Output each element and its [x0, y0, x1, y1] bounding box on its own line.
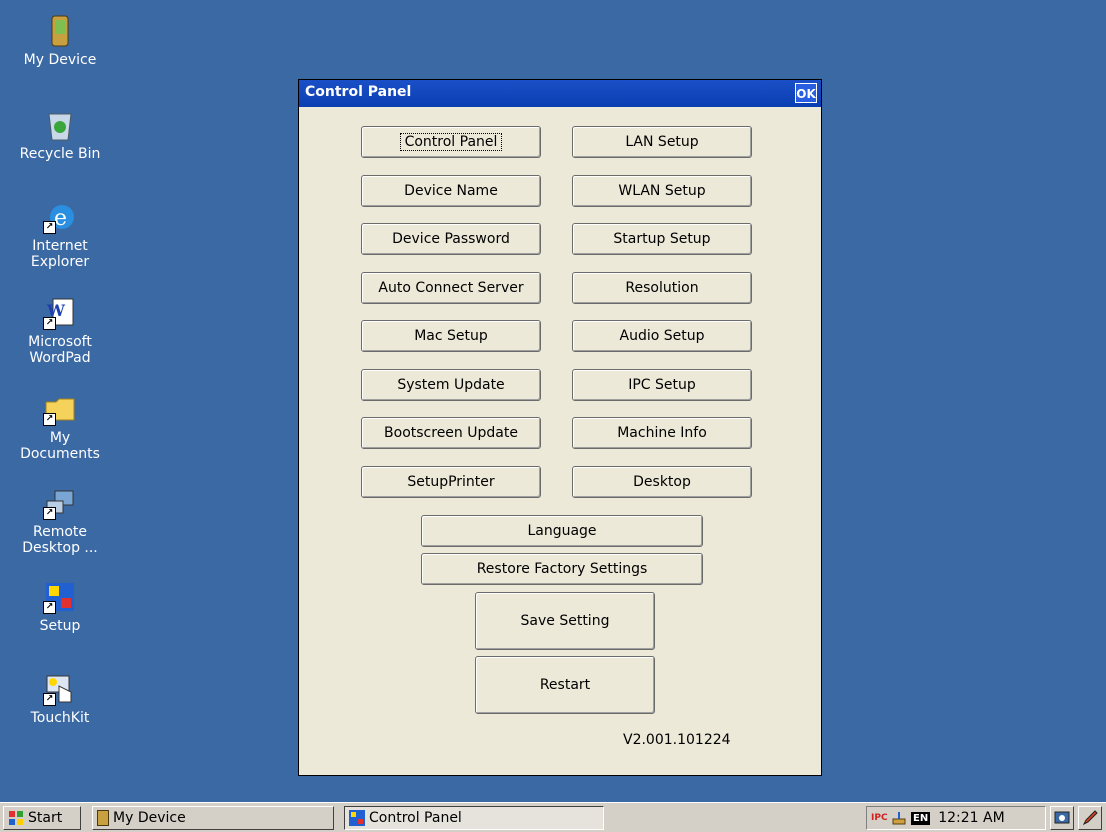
folder-icon: ↗: [43, 392, 77, 426]
setting-button-label: Bootscreen Update: [384, 425, 518, 441]
setting-button-label: Resolution: [625, 279, 699, 296]
start-button[interactable]: Start: [3, 806, 81, 830]
desktop-icon-label: TouchKit: [30, 710, 90, 726]
taskbar-item-label: My Device: [113, 810, 186, 826]
ipc-icon[interactable]: IPC: [871, 810, 888, 826]
start-label: Start: [28, 810, 63, 826]
desktop-icon-label: Recycle Bin: [19, 146, 101, 162]
setting-button-device-name[interactable]: Device Name: [361, 174, 541, 207]
setting-button-label: Audio Setup: [619, 328, 705, 344]
shortcut-arrow-icon: ↗: [43, 413, 56, 426]
setting-button-label: Machine Info: [617, 425, 707, 441]
setting-button-desktop[interactable]: Desktop: [572, 465, 752, 498]
stylus-button[interactable]: [1078, 806, 1102, 830]
control-panel-icon: [349, 810, 365, 826]
desktop-icon-touchkit[interactable]: ↗ TouchKit: [15, 672, 105, 726]
network-icon[interactable]: [891, 810, 907, 826]
desktop-icon-label: My Device: [23, 52, 97, 68]
setting-button-label: Control Panel: [399, 133, 503, 151]
desktop-icon-wordpad[interactable]: W ↗ Microsoft WordPad: [15, 296, 105, 366]
desktop-icon-label: Microsoft WordPad: [28, 334, 92, 366]
device-icon: [43, 14, 77, 48]
restart-button[interactable]: Restart: [475, 656, 655, 714]
setting-button-label: Desktop: [633, 473, 691, 490]
desktop-icon-setup[interactable]: ↗ Setup: [15, 580, 105, 634]
setting-button-audio-setup[interactable]: Audio Setup: [572, 320, 752, 352]
taskbar: Start My Device Control Panel IPC EN 12:…: [0, 802, 1106, 832]
desktop-icon-label: Remote Desktop ...: [22, 524, 98, 556]
taskbar-item-control-panel[interactable]: Control Panel: [344, 806, 604, 830]
desktop-icon-my-documents[interactable]: ↗ My Documents: [15, 392, 105, 462]
desktop-icon-remote-desktop[interactable]: ↗ Remote Desktop ...: [15, 486, 105, 556]
setting-button-resolution[interactable]: Resolution: [572, 271, 752, 304]
system-tray: IPC EN 12:21 AM: [866, 806, 1046, 830]
input-language-indicator[interactable]: EN: [911, 811, 931, 825]
version-label: V2.001.101224: [623, 732, 731, 748]
setting-button-wlan-setup[interactable]: WLAN Setup: [572, 174, 752, 207]
clock[interactable]: 12:21 AM: [938, 810, 1004, 826]
internet-explorer-icon: e ↗: [43, 200, 77, 234]
desktop-icon-label: My Documents: [20, 430, 100, 462]
wordpad-icon: W ↗: [43, 296, 77, 330]
desktop-icon-internet-explorer[interactable]: e ↗ Internet Explorer: [15, 200, 105, 270]
title-bar: Control Panel OK: [299, 80, 821, 107]
setting-button-device-password[interactable]: Device Password: [361, 223, 541, 255]
setting-button-bootscreen-update[interactable]: Bootscreen Update: [361, 417, 541, 449]
shortcut-arrow-icon: ↗: [43, 317, 56, 330]
desktop-icon: [1054, 810, 1070, 826]
desktop-icon-recycle-bin[interactable]: Recycle Bin: [15, 108, 105, 162]
setting-button-startup-setup[interactable]: Startup Setup: [572, 223, 752, 255]
language-button[interactable]: Language: [421, 515, 703, 547]
setting-button-label: WLAN Setup: [618, 182, 706, 199]
save-button-label: Save Setting: [520, 613, 610, 629]
desktop-icon-label: Setup: [39, 618, 81, 634]
restore-factory-settings-button[interactable]: Restore Factory Settings: [421, 553, 703, 585]
setting-button-setupprinter[interactable]: SetupPrinter: [361, 465, 541, 498]
setting-button-label: Startup Setup: [613, 231, 711, 247]
device-icon: [97, 810, 109, 826]
setting-button-control-panel[interactable]: Control Panel: [361, 126, 541, 158]
setting-button-system-update[interactable]: System Update: [361, 368, 541, 401]
setting-button-label: SetupPrinter: [407, 473, 495, 490]
pen-icon: [1082, 810, 1098, 826]
remote-desktop-icon: ↗: [43, 486, 77, 520]
touchkit-icon: ↗: [43, 672, 77, 706]
setting-button-lan-setup[interactable]: LAN Setup: [572, 126, 752, 158]
restore-button-label: Restore Factory Settings: [476, 561, 648, 577]
windows-logo-icon: [8, 810, 24, 826]
setting-button-ipc-setup[interactable]: IPC Setup: [572, 368, 752, 401]
setting-button-label: Device Name: [404, 182, 498, 199]
recycle-bin-icon: [43, 108, 77, 142]
desktop-icon-label: Internet Explorer: [30, 238, 90, 270]
setting-button-label: Device Password: [392, 231, 510, 247]
taskbar-item-my-device[interactable]: My Device: [92, 806, 334, 830]
show-desktop-button[interactable]: [1050, 806, 1074, 830]
setting-button-label: Auto Connect Server: [378, 279, 524, 296]
shortcut-arrow-icon: ↗: [43, 693, 56, 706]
ok-button[interactable]: OK: [795, 83, 817, 103]
shortcut-arrow-icon: ↗: [43, 601, 56, 614]
desktop-icon-my-device[interactable]: My Device: [15, 14, 105, 68]
setting-button-auto-connect-server[interactable]: Auto Connect Server: [361, 271, 541, 304]
setting-button-mac-setup[interactable]: Mac Setup: [361, 320, 541, 352]
shortcut-arrow-icon: ↗: [43, 221, 56, 234]
shortcut-arrow-icon: ↗: [43, 507, 56, 520]
setting-button-label: Mac Setup: [414, 328, 488, 344]
setting-button-label: System Update: [397, 376, 505, 393]
dialog-title: Control Panel: [305, 84, 412, 100]
setup-icon: ↗: [43, 580, 77, 614]
restart-button-label: Restart: [539, 677, 591, 693]
setting-button-label: IPC Setup: [628, 376, 696, 393]
setting-button-label: LAN Setup: [625, 134, 699, 150]
taskbar-item-label: Control Panel: [369, 810, 462, 826]
setting-button-machine-info[interactable]: Machine Info: [572, 417, 752, 449]
language-button-label: Language: [527, 523, 597, 539]
control-panel-dialog: Control Panel OK Language Restore Factor…: [298, 79, 822, 776]
save-setting-button[interactable]: Save Setting: [475, 592, 655, 650]
